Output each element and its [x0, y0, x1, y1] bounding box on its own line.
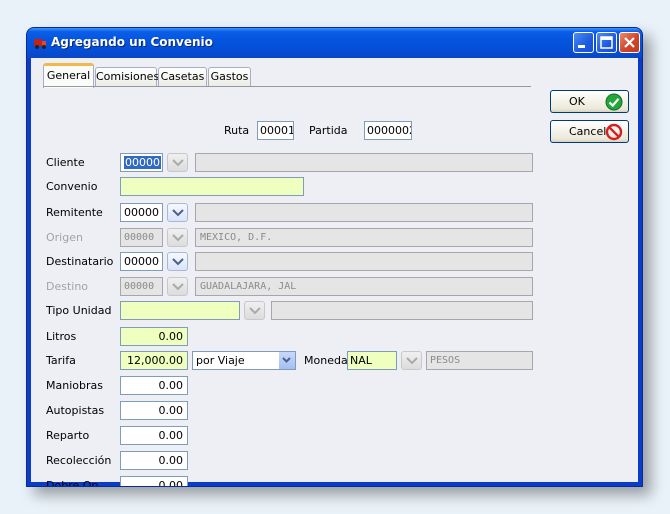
chevron-down-icon	[172, 209, 184, 217]
destino-code-field: 00000	[120, 277, 163, 296]
minimize-button[interactable]	[573, 32, 594, 53]
checkmark-icon	[605, 93, 623, 111]
origen-name-field: MEXICO, D.F.	[195, 228, 533, 247]
tab-general[interactable]: General	[43, 63, 94, 88]
destinatario-name-field	[195, 252, 533, 271]
destinatario-lookup-button[interactable]	[167, 252, 188, 271]
tab-comisiones[interactable]: Comisiones	[95, 67, 159, 87]
tarifa-label: Tarifa	[46, 354, 76, 367]
reparto-label: Reparto	[46, 429, 90, 442]
cliente-code-value: 00000	[124, 156, 161, 169]
destino-lookup-button	[167, 277, 188, 296]
chevron-down-icon	[249, 307, 261, 315]
cancel-button[interactable]: Cancel	[550, 120, 629, 143]
destino-name-field: GUADALAJARA, JAL	[195, 277, 533, 296]
chevron-down-icon	[282, 357, 291, 363]
chevron-down-icon	[406, 357, 418, 365]
close-button[interactable]	[619, 32, 640, 53]
chevron-down-icon	[172, 234, 184, 242]
convenio-label: Convenio	[46, 180, 98, 193]
origen-label: Origen	[46, 231, 83, 244]
autopistas-field[interactable]: 0.00	[120, 401, 188, 420]
close-icon	[624, 37, 635, 48]
truck-icon	[34, 39, 46, 49]
destinatario-code-field[interactable]: 00000	[120, 252, 163, 271]
maximize-icon	[600, 36, 613, 49]
reparto-field[interactable]: 0.00	[120, 426, 188, 445]
title-bar[interactable]: Agregando un Convenio	[27, 28, 642, 58]
moneda-label: Moneda	[304, 354, 348, 367]
tipo-unidad-code-field[interactable]	[120, 301, 240, 320]
cancel-icon	[605, 123, 623, 141]
tipo-unidad-lookup-button[interactable]	[244, 301, 265, 320]
autopistas-label: Autopistas	[46, 404, 105, 417]
moneda-lookup-button[interactable]	[401, 351, 422, 370]
recoleccion-field[interactable]: 0.00	[120, 451, 188, 470]
chevron-down-icon	[172, 283, 184, 291]
tarifa-mode-select[interactable]: por Viaje	[192, 351, 296, 370]
tipo-unidad-name-field	[271, 301, 533, 320]
partida-label: Partida	[309, 124, 348, 137]
ok-label: OK	[569, 95, 585, 108]
remitente-name-field	[195, 203, 533, 222]
recoleccion-label: Recolección	[46, 454, 112, 467]
tab-gastos[interactable]: Gastos	[208, 67, 251, 87]
dialog-window: Agregando un Convenio General Comisiones…	[26, 27, 643, 487]
chevron-down-icon	[172, 258, 184, 266]
partida-field[interactable]: 0000002	[364, 121, 412, 140]
destinatario-label: Destinatario	[46, 255, 114, 268]
origen-lookup-button	[167, 228, 188, 247]
maniobras-field[interactable]: 0.00	[120, 376, 188, 395]
cancel-label: Cancel	[569, 125, 607, 138]
convenio-field[interactable]	[120, 177, 304, 196]
remitente-code-field[interactable]: 00000	[120, 203, 163, 222]
ruta-field[interactable]: 00001	[257, 121, 294, 140]
dialog-body: General Comisiones Casetas Gastos Ruta 0…	[31, 58, 638, 486]
dobre-op-field[interactable]: 0.00	[120, 476, 188, 486]
cliente-label: Cliente	[46, 156, 85, 169]
remitente-lookup-button[interactable]	[167, 203, 188, 222]
ok-button[interactable]: OK	[550, 90, 629, 113]
cliente-name-field	[195, 153, 533, 172]
maniobras-label: Maniobras	[46, 379, 103, 392]
moneda-code-field[interactable]: NAL	[347, 351, 397, 370]
maximize-button[interactable]	[596, 32, 617, 53]
tab-casetas[interactable]: Casetas	[158, 67, 207, 87]
remitente-label: Remitente	[46, 206, 103, 219]
ruta-label: Ruta	[224, 124, 250, 137]
tarifa-mode-value: por Viaje	[196, 354, 245, 367]
chevron-down-icon	[172, 159, 184, 167]
origen-code-field: 00000	[120, 228, 163, 247]
minimize-icon	[578, 45, 585, 48]
window-title: Agregando un Convenio	[51, 35, 213, 49]
tab-divider	[43, 86, 531, 87]
litros-field[interactable]: 0.00	[120, 327, 188, 346]
tarifa-field[interactable]: 12,000.00	[120, 351, 188, 370]
moneda-name-field: PESOS	[426, 351, 533, 370]
litros-label: Litros	[46, 330, 77, 343]
tipo-unidad-label: Tipo Unidad	[46, 304, 112, 317]
destino-label: Destino	[46, 280, 89, 293]
cliente-lookup-button[interactable]	[167, 153, 188, 172]
dropdown-arrow[interactable]	[278, 352, 295, 369]
dobre-op-label: Dobre Op	[46, 479, 99, 487]
cliente-code-field[interactable]: 00000	[120, 153, 163, 172]
